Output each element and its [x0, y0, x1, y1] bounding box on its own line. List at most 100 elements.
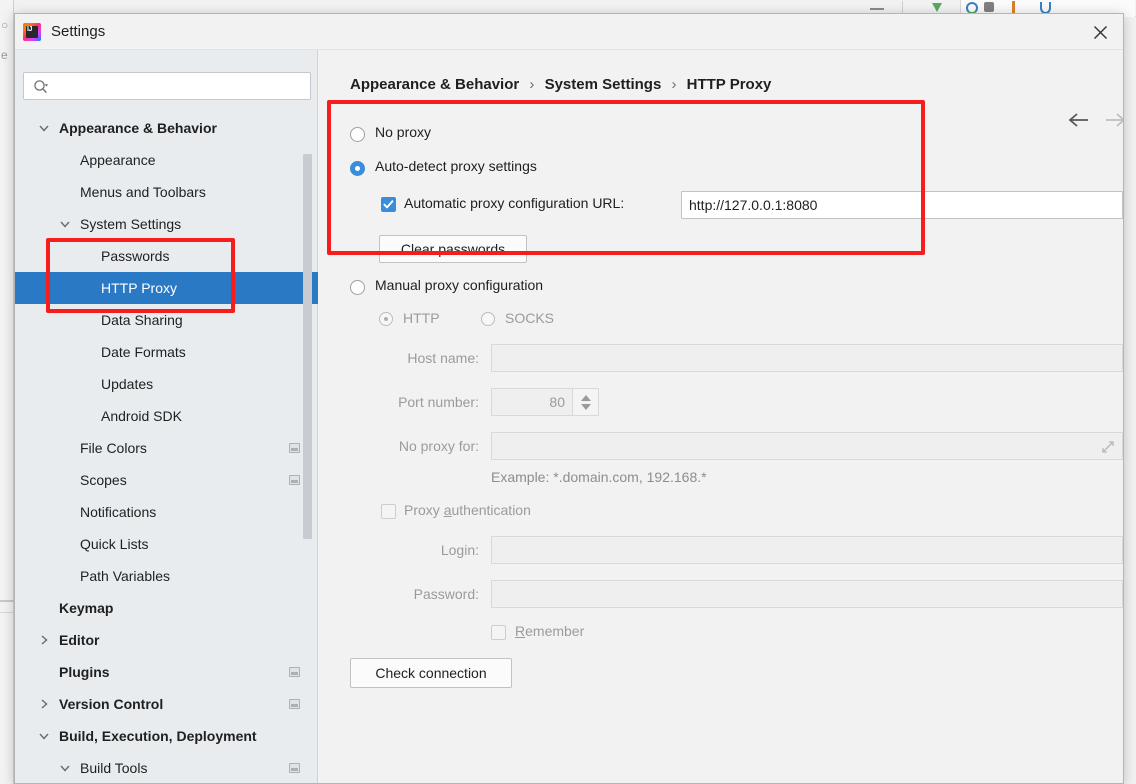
sidebar-item-label: Build Tools	[80, 760, 148, 776]
breadcrumb-part-2: HTTP Proxy	[686, 76, 772, 93]
password-input[interactable]	[491, 580, 1123, 608]
sidebar-item-label: Appearance & Behavior	[59, 120, 217, 136]
sidebar-item-label: Passwords	[101, 248, 170, 264]
chevron-down-icon[interactable]	[37, 121, 51, 135]
background-minimize-icon	[870, 8, 884, 10]
sidebar-item-updates[interactable]: Updates	[15, 368, 318, 400]
chevron-down-icon[interactable]	[37, 729, 51, 743]
host-name-input[interactable]	[491, 344, 1123, 372]
background-square-icon	[984, 2, 994, 12]
close-icon[interactable]	[1077, 14, 1123, 50]
sidebar-scrollbar-thumb[interactable]	[303, 154, 312, 539]
sidebar-item-label: HTTP Proxy	[101, 280, 177, 296]
sidebar-item-label: Date Formats	[101, 344, 186, 360]
label-auto-config-url[interactable]: Automatic proxy configuration URL:	[404, 195, 624, 211]
port-number-stepper[interactable]: 80	[491, 388, 599, 416]
port-number-value: 80	[549, 394, 565, 410]
expand-icon[interactable]	[1100, 439, 1116, 455]
sidebar-item-label: System Settings	[80, 216, 182, 232]
sidebar-item-menus-and-toolbars[interactable]: Menus and Toolbars	[15, 176, 318, 208]
sidebar-item-plugins[interactable]: Plugins	[15, 656, 318, 688]
checkbox-auto-config-url[interactable]	[381, 197, 396, 212]
module-badge-icon	[289, 699, 300, 709]
label-http[interactable]: HTTP	[403, 310, 440, 326]
sidebar-item-data-sharing[interactable]: Data Sharing	[15, 304, 318, 336]
chevron-up-icon[interactable]	[580, 394, 591, 401]
breadcrumb: Appearance & Behavior › System Settings …	[350, 76, 771, 93]
chevron-down-icon[interactable]	[58, 217, 72, 231]
arrow-right-icon[interactable]	[1102, 112, 1123, 134]
label-auto-detect[interactable]: Auto-detect proxy settings	[375, 158, 537, 174]
dialog-title-bar: IJ Settings	[15, 14, 1123, 50]
auto-config-url-input[interactable]	[681, 191, 1123, 219]
module-badge-icon	[289, 667, 300, 677]
radio-http[interactable]	[379, 312, 393, 326]
label-proxy-authentication-post: uthentication	[451, 502, 531, 518]
sidebar-item-passwords[interactable]: Passwords	[15, 240, 318, 272]
search-input[interactable]	[58, 73, 308, 99]
sidebar-item-label: Version Control	[59, 696, 164, 712]
sidebar-item-http-proxy[interactable]: HTTP Proxy	[15, 272, 318, 304]
port-stepper-buttons[interactable]	[572, 389, 598, 415]
chevron-down-icon[interactable]	[580, 403, 591, 410]
example-hint: Example: *.domain.com, 192.168.*	[491, 469, 707, 485]
sidebar-item-appearance[interactable]: Appearance	[15, 144, 318, 176]
module-badge-icon	[289, 475, 300, 485]
sidebar-item-label: Build, Execution, Deployment	[59, 728, 257, 744]
sidebar-item-build-execution-deployment[interactable]: Build, Execution, Deployment	[15, 720, 318, 752]
checkbox-remember[interactable]	[491, 625, 506, 640]
sidebar-item-path-variables[interactable]: Path Variables	[15, 560, 318, 592]
radio-auto-detect[interactable]	[350, 161, 365, 176]
radio-socks[interactable]	[481, 312, 495, 326]
label-password: Password:	[413, 586, 479, 602]
no-proxy-for-input[interactable]	[491, 432, 1123, 460]
chevron-right-icon[interactable]	[37, 697, 51, 711]
settings-tree[interactable]: Appearance & Behavior Appearance Menus and…	[15, 112, 318, 783]
sidebar-item-file-colors[interactable]: File Colors	[15, 432, 318, 464]
sidebar-item-label: Data Sharing	[101, 312, 183, 328]
chevron-right-icon[interactable]	[37, 633, 51, 647]
arrow-left-icon[interactable]	[1066, 112, 1092, 134]
background-divider-2	[0, 612, 14, 613]
background-run-arrow-icon	[932, 3, 942, 12]
clear-passwords-button[interactable]: Clear passwords	[379, 235, 527, 263]
breadcrumb-part-1[interactable]: System Settings	[545, 76, 662, 93]
check-connection-button[interactable]: Check connection	[350, 658, 512, 688]
label-remember-post: emember	[525, 623, 585, 639]
label-host-name: Host name:	[407, 350, 479, 366]
sidebar-item-label: Path Variables	[80, 568, 171, 584]
label-proxy-authentication-pre: Proxy	[404, 502, 444, 518]
label-no-proxy[interactable]: No proxy	[375, 124, 431, 140]
breadcrumb-part-0[interactable]: Appearance & Behavior	[350, 76, 519, 93]
sidebar-item-appearance-behavior[interactable]: Appearance & Behavior	[15, 112, 318, 144]
background-glyph-circle: ○	[1, 18, 9, 32]
sidebar-item-date-formats[interactable]: Date Formats	[15, 336, 318, 368]
sidebar-item-editor[interactable]: Editor	[15, 624, 318, 656]
checkbox-proxy-authentication[interactable]	[381, 504, 396, 519]
sidebar-item-version-control[interactable]: Version Control	[15, 688, 318, 720]
sidebar-scrollbar-track[interactable]	[303, 112, 315, 783]
sidebar-item-notifications[interactable]: Notifications	[15, 496, 318, 528]
label-proxy-authentication[interactable]: Proxy authentication	[404, 502, 531, 518]
sidebar-item-label: Updates	[101, 376, 154, 392]
label-manual-proxy[interactable]: Manual proxy configuration	[375, 277, 543, 293]
chevron-down-icon[interactable]	[58, 761, 72, 775]
login-input[interactable]	[491, 536, 1123, 564]
settings-content-panel: Appearance & Behavior › System Settings …	[319, 50, 1123, 783]
radio-no-proxy[interactable]	[350, 127, 365, 142]
sidebar-item-label: Notifications	[80, 504, 157, 520]
label-remember[interactable]: Remember	[515, 623, 584, 639]
label-socks[interactable]: SOCKS	[505, 310, 554, 326]
sidebar-item-android-sdk[interactable]: Android SDK	[15, 400, 318, 432]
sidebar-item-system-settings[interactable]: System Settings	[15, 208, 318, 240]
sidebar-item-label: File Colors	[80, 440, 147, 456]
sidebar-item-quick-lists[interactable]: Quick Lists	[15, 528, 318, 560]
sidebar-item-build-tools[interactable]: Build Tools	[15, 752, 318, 783]
sidebar-item-scopes[interactable]: Scopes	[15, 464, 318, 496]
breadcrumb-separator-0: ›	[529, 76, 535, 93]
search-box[interactable]	[23, 72, 311, 100]
search-icon	[33, 79, 49, 95]
sidebar-item-keymap[interactable]: Keymap	[15, 592, 318, 624]
radio-manual-proxy[interactable]	[350, 280, 365, 295]
label-login: Login:	[440, 542, 479, 558]
